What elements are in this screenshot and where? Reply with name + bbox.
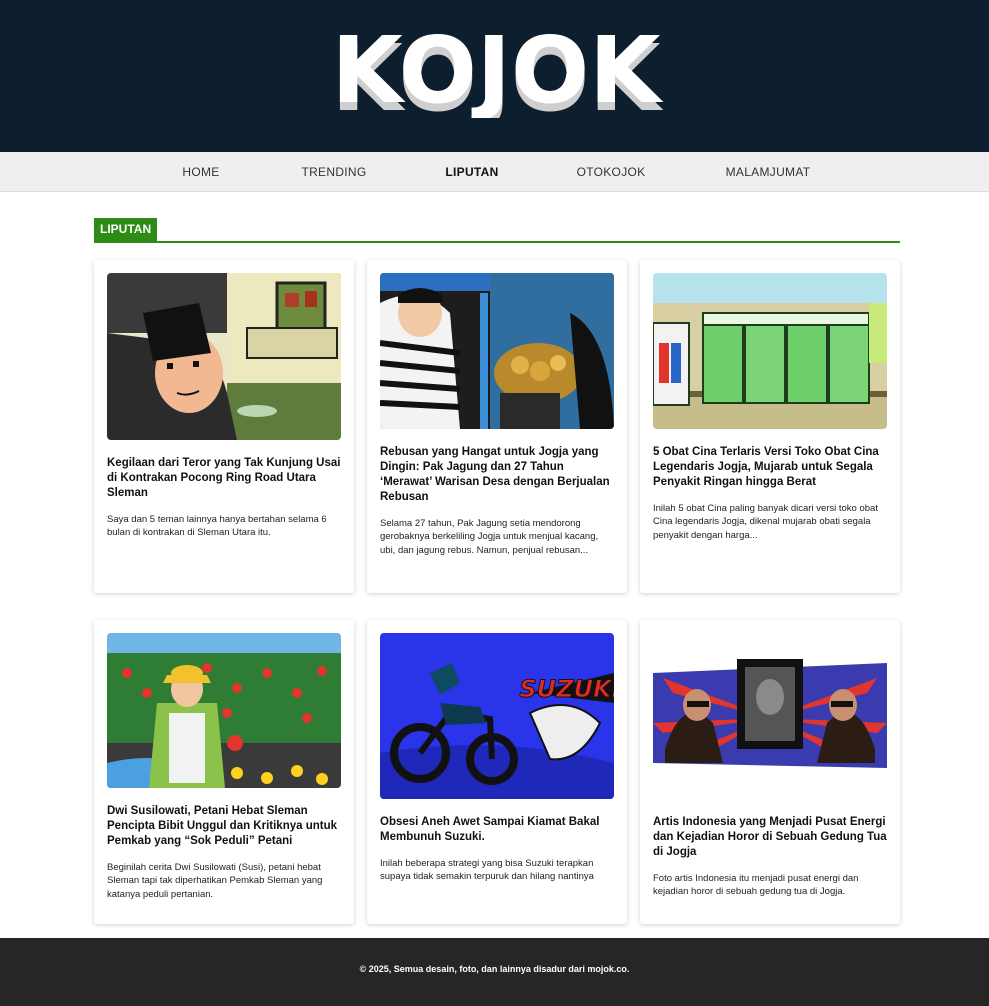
- article-thumbnail[interactable]: [653, 273, 887, 429]
- article-excerpt: Inilah beberapa strategi yang bisa Suzuk…: [380, 858, 594, 883]
- article-card[interactable]: Rebusan yang Hangat untuk Jogja yang Din…: [367, 260, 627, 593]
- article-title[interactable]: Dwi Susilowati, Petani Hebat Sleman Penc…: [107, 804, 343, 849]
- nav-item-trending[interactable]: TRENDING: [301, 152, 366, 192]
- article-thumbnail[interactable]: [653, 633, 887, 799]
- article-card[interactable]: Artis Indonesia yang Menjadi Pusat Energ…: [640, 620, 900, 924]
- pocong-illustration: [107, 273, 341, 440]
- article-title[interactable]: Artis Indonesia yang Menjadi Pusat Energ…: [653, 815, 889, 860]
- article-thumbnail[interactable]: [380, 273, 614, 429]
- article-excerpt: Selama 27 tahun, Pak Jagung setia mendor…: [380, 518, 599, 556]
- article-excerpt: Foto artis Indonesia itu menjadi pusat e…: [653, 873, 859, 898]
- nav-item-liputan[interactable]: LIPUTAN: [445, 152, 498, 192]
- petani-illustration: [107, 633, 341, 788]
- kojok-logo-icon: KOJOK KOJOK: [331, 17, 664, 132]
- horor-illustration: [653, 633, 887, 799]
- article-excerpt: Beginilah cerita Dwi Susilowati (Susi), …: [107, 862, 323, 900]
- article-title[interactable]: 5 Obat Cina Terlaris Versi Toko Obat Cin…: [653, 445, 889, 490]
- section-header: LIPUTAN: [94, 218, 900, 243]
- nav-item-otokojok[interactable]: OTOKOJOK: [577, 152, 646, 192]
- article-thumbnail[interactable]: [107, 633, 341, 788]
- article-title[interactable]: Obsesi Aneh Awet Sampai Kiamat Bakal Mem…: [380, 815, 616, 845]
- section-tag: LIPUTAN: [94, 218, 158, 241]
- footer-copyright: © 2025, Semua desain, foto, dan lainnya …: [359, 964, 630, 974]
- nav-item-malamjumat[interactable]: MALAMJUMAT: [726, 152, 811, 192]
- nav-item-home[interactable]: HOME: [182, 152, 219, 192]
- article-card[interactable]: Dwi Susilowati, Petani Hebat Sleman Penc…: [94, 620, 354, 924]
- main-nav: HOME TRENDING LIPUTAN OTOKOJOK MALAMJUMA…: [0, 152, 989, 192]
- article-card[interactable]: Kegilaan dari Teror yang Tak Kunjung Usa…: [94, 260, 354, 593]
- suzuki-illustration: SUZUKI: [380, 633, 614, 799]
- rebusan-illustration: [380, 273, 614, 429]
- logo-text: KOJOK: [331, 26, 664, 118]
- article-thumbnail[interactable]: [107, 273, 341, 440]
- obat-cina-illustration: [653, 273, 887, 429]
- article-card[interactable]: SUZUKI Obsesi Aneh Awet Sampai Kiamat Ba…: [367, 620, 627, 924]
- article-thumbnail[interactable]: SUZUKI: [380, 633, 614, 799]
- site-footer: © 2025, Semua desain, foto, dan lainnya …: [0, 938, 989, 1006]
- article-title[interactable]: Kegilaan dari Teror yang Tak Kunjung Usa…: [107, 456, 343, 501]
- masthead: KOJOK KOJOK: [0, 0, 989, 152]
- site-logo[interactable]: KOJOK KOJOK: [318, 17, 674, 132]
- article-excerpt: Saya dan 5 teman lainnya hanya bertahan …: [107, 514, 327, 539]
- article-excerpt: Inilah 5 obat Cina paling banyak dicari …: [653, 503, 878, 541]
- article-card[interactable]: 5 Obat Cina Terlaris Versi Toko Obat Cin…: [640, 260, 900, 593]
- article-title[interactable]: Rebusan yang Hangat untuk Jogja yang Din…: [380, 445, 616, 505]
- suzuki-wordmark: SUZUKI: [519, 675, 614, 703]
